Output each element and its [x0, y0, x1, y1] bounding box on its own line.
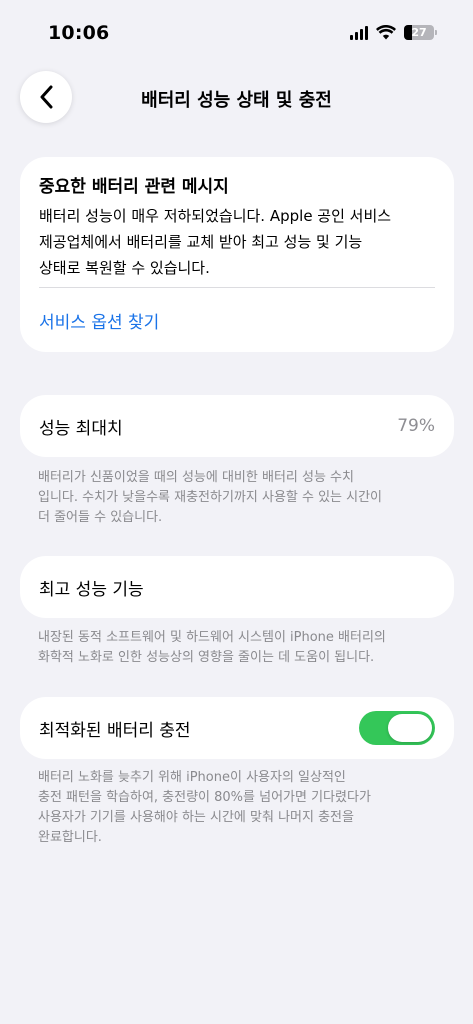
footnote-line: 화학적 노화로 인한 성능상의 영향을 줄이는 데 도움이 됩니다. — [38, 650, 375, 665]
footnote-line: 내장된 동적 소프트웨어 및 하드웨어 시스템이 iPhone 배터리의 — [38, 630, 386, 645]
optimized-charging-footnote: 배터리 노화를 늦추기 위해 iPhone이 사용자의 일상적인 충전 패턴을 … — [38, 768, 438, 848]
maximum-capacity-value: 79% — [397, 416, 435, 436]
alert-message-line: 제공업체에서 배터리를 교체 받아 최고 성능 및 기능 — [39, 233, 363, 251]
optimized-charging-toggle[interactable] — [359, 711, 435, 745]
battery-health-screen: 10:06 27 배터리 성능 상태 및 충전 중요한 배터리 관련 메시지 배… — [0, 0, 473, 1024]
optimized-charging-row: 최적화된 배터리 충전 — [20, 697, 454, 759]
maximum-capacity-row: 성능 최대치 79% — [20, 395, 454, 457]
battery-icon: 27 — [404, 25, 434, 40]
maximum-capacity-label: 성능 최대치 — [39, 418, 123, 439]
status-bar: 10:06 27 — [0, 0, 473, 60]
optimized-charging-label: 최적화된 배터리 충전 — [39, 720, 191, 741]
footnote-line: 더 줄어들 수 있습니다. — [38, 510, 163, 525]
battery-level: 27 — [411, 26, 427, 39]
footnote-line: 완료합니다. — [38, 830, 102, 845]
footnote-line: 사용자가 기기를 사용해야 하는 시간에 맞춰 나머지 충전을 — [38, 810, 354, 825]
alert-title: 중요한 배터리 관련 메시지 — [39, 177, 229, 197]
footnote-line: 배터리가 신품이었을 때의 성능에 대비한 배터리 성능 수치 — [38, 470, 354, 485]
alert-message: 배터리 성능이 매우 저하되었습니다. Apple 공인 서비스 제공업체에서 … — [39, 203, 438, 281]
status-icons: 27 — [350, 25, 437, 40]
service-options-link[interactable]: 서비스 옵션 찾기 — [39, 308, 159, 333]
status-time: 10:06 — [48, 22, 110, 44]
battery-cap — [435, 30, 437, 35]
footnote-line: 입니다. 수치가 낮을수록 재충전하기까지 사용할 수 있는 시간이 — [38, 490, 383, 505]
wifi-icon — [376, 25, 396, 40]
footnote-line: 배터리 노화를 늦추기 위해 iPhone이 사용자의 일상적인 — [38, 770, 346, 785]
footnote-line: 충전 패턴을 학습하여, 충전량이 80%를 넘어가면 기다렸다가 — [38, 790, 371, 805]
peak-performance-label: 최고 성능 기능 — [39, 579, 144, 600]
battery-alert-card: 중요한 배터리 관련 메시지 배터리 성능이 매우 저하되었습니다. Apple… — [20, 157, 454, 352]
alert-message-line: 상태로 복원할 수 있습니다. — [39, 259, 210, 277]
alert-message-line: 배터리 성능이 매우 저하되었습니다. Apple 공인 서비스 — [39, 207, 392, 225]
maximum-capacity-footnote: 배터리가 신품이었을 때의 성능에 대비한 배터리 성능 수치 입니다. 수치가… — [38, 468, 438, 528]
battery-indicator: 27 — [404, 25, 437, 40]
cellular-signal-icon — [350, 25, 368, 40]
page-title: 배터리 성능 상태 및 충전 — [141, 90, 332, 111]
peak-performance-row: 최고 성능 기능 — [20, 556, 454, 618]
toggle-knob — [388, 714, 432, 742]
alert-divider — [39, 287, 435, 288]
peak-performance-footnote: 내장된 동적 소프트웨어 및 하드웨어 시스템이 iPhone 배터리의 화학적… — [38, 628, 438, 668]
